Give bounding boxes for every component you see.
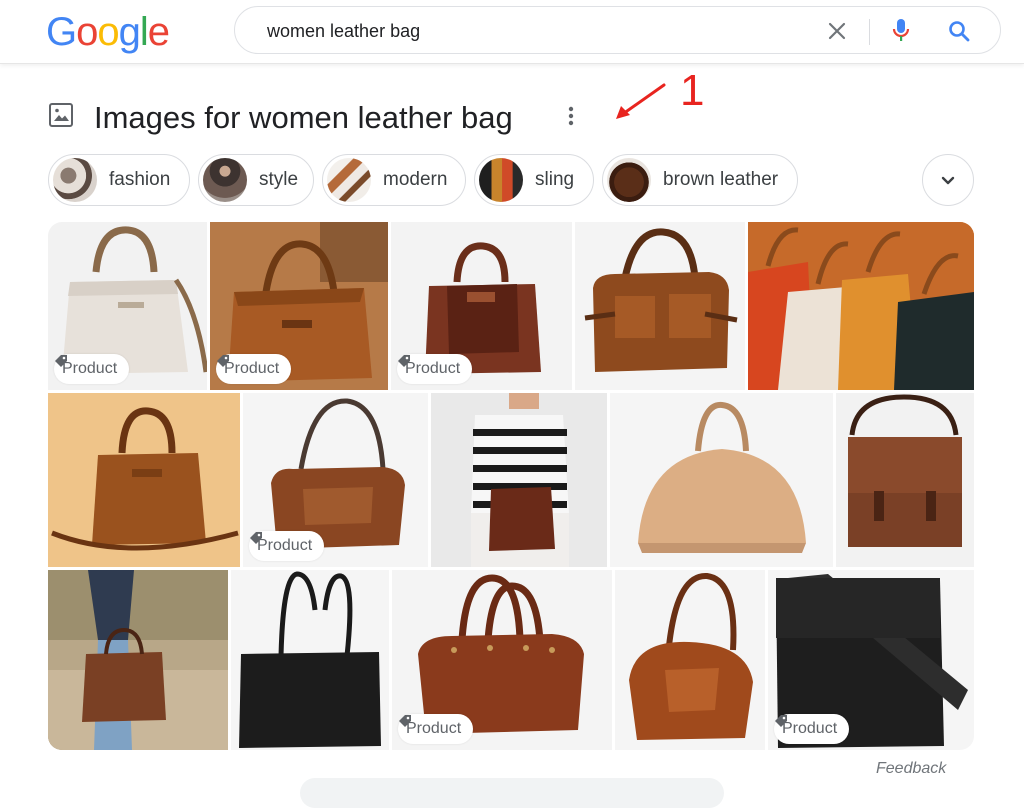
chip-style[interactable]: style	[198, 154, 314, 206]
chip-label: fashion	[109, 169, 171, 190]
product-badge-label: Product	[257, 537, 313, 554]
chip-thumbnail	[203, 158, 247, 202]
chip-brown-leather[interactable]: brown leather	[602, 154, 798, 206]
search-box[interactable]	[234, 6, 1001, 54]
chip-thumbnail	[479, 158, 523, 202]
related-search-chips: fashion style modern sling brown leather	[48, 154, 978, 206]
tag-icon	[775, 715, 787, 727]
image-tile-brown-hobo-bag[interactable]: Product	[243, 393, 428, 567]
chip-label: modern	[383, 169, 448, 190]
product-badge-label: Product	[405, 360, 461, 377]
product-badge: Product	[398, 714, 474, 744]
feedback-link[interactable]: Feedback	[876, 760, 946, 778]
image-tile-woman-holding-brown-tote	[48, 570, 228, 750]
logo-letter-o1: o	[76, 10, 98, 54]
image-tile-beige-dome-bag	[610, 393, 833, 567]
chevron-down-icon[interactable]	[922, 154, 974, 206]
annotation-number: 1	[680, 66, 705, 115]
tag-icon	[250, 532, 262, 544]
logo-letter-g2: g	[118, 10, 141, 54]
microphone-icon[interactable]	[887, 17, 915, 45]
image-tile-tan-tote-bag[interactable]: Product	[210, 222, 388, 390]
chip-thumbnail	[607, 158, 651, 202]
chip-thumbnail	[327, 158, 371, 202]
tag-icon	[398, 355, 410, 367]
product-badge-label: Product	[782, 720, 838, 737]
tag-icon	[217, 355, 229, 367]
clear-icon[interactable]	[823, 17, 851, 45]
tag-icon	[399, 715, 411, 727]
image-tile-brown-doctor-bag[interactable]: Product	[392, 570, 612, 750]
chip-fashion[interactable]: fashion	[48, 154, 190, 206]
logo-letter-g: G	[46, 10, 77, 54]
image-tile-black-tote-bag	[231, 570, 389, 750]
view-all-button[interactable]	[300, 778, 724, 808]
tag-icon	[55, 355, 67, 367]
images-section-header: Images for women leather bag	[48, 98, 608, 138]
product-badge: Product	[216, 354, 292, 384]
image-icon	[48, 102, 74, 133]
chip-label: brown leather	[663, 169, 779, 190]
product-badge: Product	[397, 354, 473, 384]
image-grid: Product Product Product Product Product …	[48, 222, 974, 750]
logo-letter-e: e	[147, 10, 170, 54]
image-tile-woman-striped-sweater-bag	[431, 393, 607, 567]
section-title[interactable]: Images for women leather bag	[94, 100, 513, 136]
image-tile-white-handbag[interactable]: Product	[48, 222, 207, 390]
chip-thumbnail	[53, 158, 97, 202]
chip-label: sling	[535, 169, 575, 190]
product-badge: Product	[249, 531, 325, 561]
annotation-arrow-icon	[612, 82, 668, 127]
logo-letter-o2: o	[97, 10, 119, 54]
chip-sling[interactable]: sling	[474, 154, 594, 206]
product-badge-label: Product	[62, 360, 118, 377]
image-tile-black-bucket-bag[interactable]: Product	[768, 570, 974, 750]
product-badge: Product	[54, 354, 130, 384]
image-tile-brown-satchel[interactable]: Product	[391, 222, 572, 390]
product-badge-label: Product	[224, 360, 280, 377]
more-options-icon[interactable]	[564, 104, 578, 133]
chip-modern[interactable]: modern	[322, 154, 466, 206]
image-tile-colorful-bags-display	[748, 222, 974, 390]
image-tile-brown-hobo-shoulder-bag	[615, 570, 765, 750]
image-tile-brown-messenger-bag	[836, 393, 974, 567]
search-input[interactable]	[265, 20, 805, 42]
product-badge-label: Product	[406, 720, 462, 737]
search-divider	[869, 19, 870, 45]
logo-letter-l: l	[139, 10, 149, 54]
header: Google	[0, 0, 1024, 64]
chip-label: style	[259, 169, 299, 190]
google-logo[interactable]: Google	[46, 8, 170, 56]
image-tile-brown-duffel-bag	[575, 222, 745, 390]
image-tile-brown-handbag-yellow-bg	[48, 393, 240, 567]
search-icon[interactable]	[945, 17, 973, 45]
product-badge: Product	[774, 714, 850, 744]
